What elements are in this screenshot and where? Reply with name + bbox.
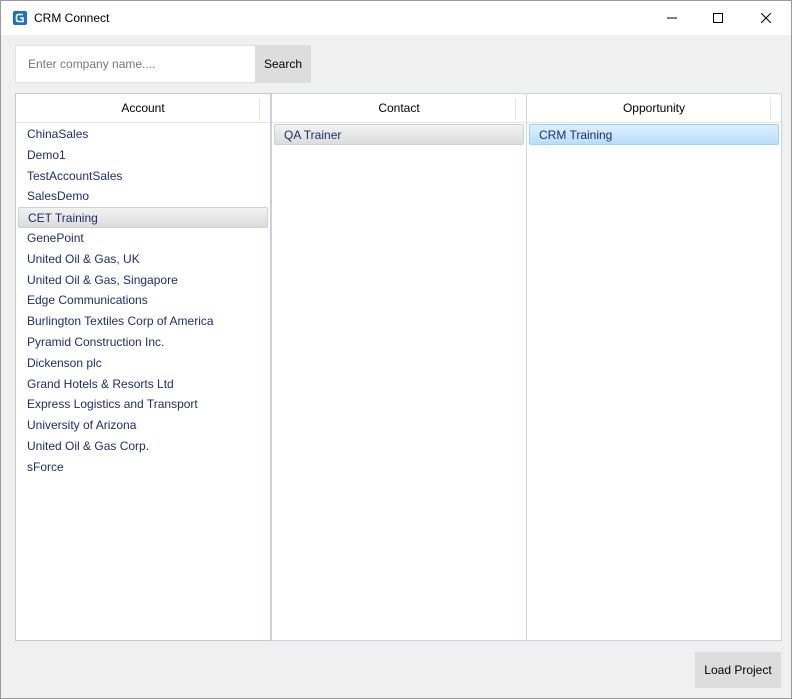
- close-icon: [761, 13, 771, 23]
- account-list-item[interactable]: sForce: [18, 457, 268, 478]
- contact-column-header[interactable]: Contact: [272, 94, 526, 123]
- maximize-icon: [713, 13, 723, 23]
- account-column-header[interactable]: Account: [16, 94, 270, 123]
- account-list-item[interactable]: TestAccountSales: [18, 166, 268, 187]
- search-button[interactable]: Search: [255, 45, 311, 83]
- account-panel: Account ChinaSales Demo1 TestAccountSales S…: [15, 93, 271, 641]
- company-search-input[interactable]: [15, 45, 255, 83]
- account-list-item[interactable]: Edge Communications: [18, 290, 268, 311]
- app-logo-icon: [13, 11, 27, 25]
- app-window: CRM Connect Search Account ChinaSalesDem…: [0, 0, 792, 699]
- contact-list-item[interactable]: QA Trainer: [274, 124, 524, 145]
- account-list-item[interactable]: Grand Hotels & Resorts Ltd: [18, 374, 268, 395]
- contact-list: QA Trainer: [272, 124, 526, 145]
- account-list-item[interactable]: CET Training: [18, 207, 268, 228]
- opportunity-panel: Opportunity CRM Training: [526, 93, 782, 641]
- title-bar[interactable]: CRM Connect: [1, 1, 791, 35]
- column-divider[interactable]: [259, 98, 260, 120]
- window-title: CRM Connect: [34, 11, 110, 25]
- account-list-item[interactable]: University of Arizona: [18, 415, 268, 436]
- minimize-button[interactable]: [649, 1, 695, 35]
- account-list-item[interactable]: Demo1: [18, 145, 268, 166]
- opportunity-list: CRM Training: [527, 124, 781, 145]
- account-list-item[interactable]: GenePoint: [18, 228, 268, 249]
- account-list-item[interactable]: Pyramid Construction Inc.: [18, 332, 268, 353]
- account-list-item[interactable]: United Oil & Gas Corp.: [18, 436, 268, 457]
- column-divider[interactable]: [770, 98, 771, 120]
- maximize-button[interactable]: [695, 1, 741, 35]
- contact-panel: Contact QA Trainer: [271, 93, 527, 641]
- account-list-item[interactable]: United Oil & Gas, UK: [18, 249, 268, 270]
- account-list-item[interactable]: ChinaSales: [18, 124, 268, 145]
- contact-header-label: Contact: [378, 101, 420, 115]
- opportunity-list-item[interactable]: CRM Training: [529, 124, 779, 145]
- load-project-button[interactable]: Load Project: [695, 652, 781, 688]
- account-list-item[interactable]: Dickenson plc: [18, 353, 268, 374]
- close-button[interactable]: [743, 1, 789, 35]
- account-list-item[interactable]: SalesDemo: [18, 186, 268, 207]
- opportunity-header-label: Opportunity: [622, 101, 686, 115]
- account-header-label: Account: [121, 101, 165, 115]
- account-list-item[interactable]: Burlington Textiles Corp of America: [18, 311, 268, 332]
- opportunity-column-header[interactable]: Opportunity: [527, 94, 781, 123]
- column-divider[interactable]: [515, 98, 516, 120]
- minimize-icon: [667, 13, 677, 23]
- account-list-item[interactable]: United Oil & Gas, Singapore: [18, 270, 268, 291]
- account-list: ChinaSales Demo1 TestAccountSales SalesDemo…: [16, 124, 270, 478]
- account-list-item[interactable]: Express Logistics and Transport: [18, 394, 268, 415]
